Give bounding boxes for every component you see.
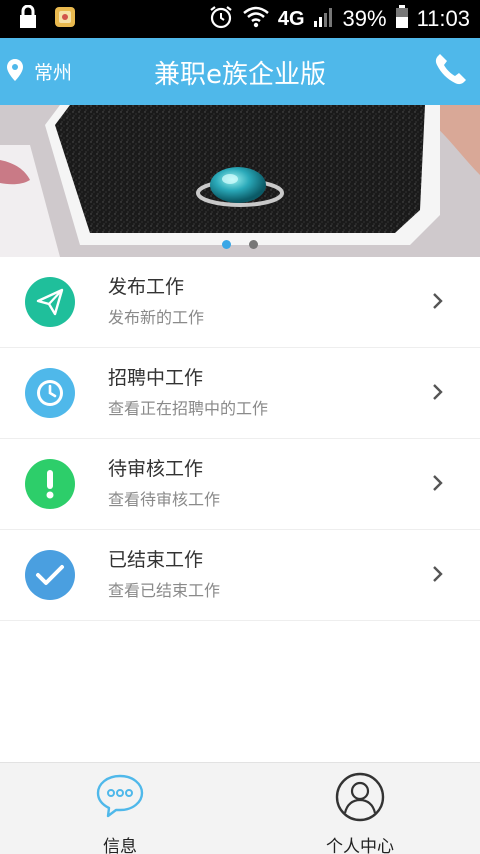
network-type: 4G: [277, 7, 305, 30]
bottom-tab-bar: 信息 个人中心: [0, 762, 480, 854]
banner-image: [0, 105, 480, 257]
battery-icon: [395, 5, 409, 33]
tab-messages[interactable]: 信息: [0, 763, 240, 854]
tab-profile-label: 个人中心: [326, 837, 394, 854]
menu-item-subtitle: 查看正在招聘中的工作: [108, 399, 269, 418]
promo-banner[interactable]: [0, 105, 480, 257]
check-icon: [25, 550, 75, 600]
banner-dot[interactable]: [249, 240, 258, 249]
chevron-right-icon: [432, 473, 444, 497]
clock-time: 11:03: [416, 6, 470, 31]
chevron-right-icon: [432, 382, 444, 406]
clock-icon: [25, 368, 75, 418]
job-menu: 发布工作 发布新的工作 招聘中工作 查看正在招聘中的工作 待审核工作 查看待审核…: [0, 257, 480, 621]
chevron-right-icon: [432, 564, 444, 588]
alert-icon: [25, 459, 75, 509]
menu-item-subtitle: 查看已结束工作: [108, 581, 221, 600]
menu-item-title: 发布工作: [108, 276, 185, 298]
status-bar: 4G 39% 11:03: [0, 0, 480, 38]
app-header: 常州 兼职e族企业版: [0, 38, 480, 105]
send-icon: [25, 277, 75, 327]
lock-icon: [18, 4, 38, 33]
menu-item-ended-jobs[interactable]: 已结束工作 查看已结束工作: [0, 530, 480, 621]
menu-item-recruiting-jobs[interactable]: 招聘中工作 查看正在招聘中的工作: [0, 348, 480, 439]
tab-messages-label: 信息: [103, 837, 137, 854]
battery-percent: 39%: [342, 6, 387, 31]
alarm-icon: [208, 4, 234, 34]
menu-item-subtitle: 发布新的工作: [108, 308, 205, 327]
user-icon: [334, 771, 386, 827]
banner-dot-active[interactable]: [222, 240, 231, 249]
phone-icon[interactable]: [432, 52, 468, 92]
tab-profile[interactable]: 个人中心: [240, 763, 480, 854]
app-notification-icon: [54, 6, 76, 32]
menu-item-post-job[interactable]: 发布工作 发布新的工作: [0, 257, 480, 348]
menu-item-title: 已结束工作: [108, 549, 204, 571]
wifi-icon: [242, 6, 270, 32]
page-title: 兼职e族企业版: [154, 60, 326, 90]
signal-icon: [313, 6, 335, 32]
menu-item-subtitle: 查看待审核工作: [108, 490, 221, 509]
menu-item-title: 招聘中工作: [108, 367, 204, 389]
menu-item-title: 待审核工作: [108, 458, 204, 480]
banner-pager: [0, 240, 480, 249]
chevron-right-icon: [432, 291, 444, 315]
chat-bubble-icon: [94, 771, 146, 825]
menu-item-pending-review[interactable]: 待审核工作 查看待审核工作: [0, 439, 480, 530]
